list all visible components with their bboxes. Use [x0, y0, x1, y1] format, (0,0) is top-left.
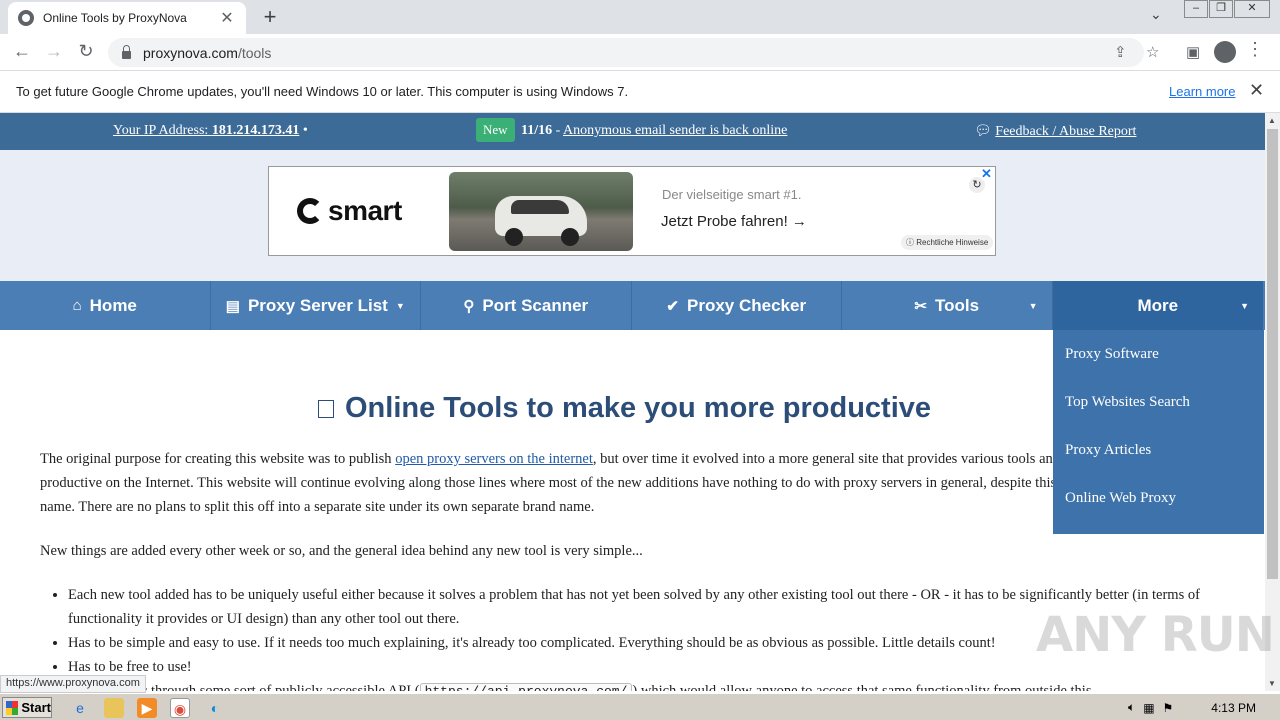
nav-port-scanner[interactable]: ⚲ Port Scanner	[421, 281, 632, 330]
open-proxy-link[interactable]: open proxy servers on the internet	[395, 451, 593, 467]
globe-icon	[18, 10, 34, 26]
list-icon: ▤	[225, 297, 240, 315]
main-nav: ⌂ Home ▤ Proxy Server List ▼ ⚲ Port Scanner …	[0, 281, 1265, 330]
clock: 4:13 PM	[1211, 700, 1256, 715]
check-icon: ✔	[666, 297, 679, 315]
caret-down-icon: ▼	[395, 300, 405, 311]
url-domain: proxynova.com	[143, 44, 238, 61]
close-tab-icon[interactable]: ✕	[218, 8, 236, 28]
new-tab-button[interactable]: +	[258, 4, 282, 30]
restore-icon[interactable]: ❐	[1209, 0, 1233, 18]
status-bubble-url: https://www.proxynova.com	[0, 675, 146, 693]
back-arrow-icon[interactable]: ←	[10, 41, 34, 62]
ad-close-icon[interactable]: ✕	[981, 166, 992, 182]
ad-line1: Der vielseitige smart #1.	[662, 187, 802, 202]
share-icon[interactable]: ⇪	[1114, 43, 1127, 61]
volume-icon[interactable]: 🔈︎	[1128, 700, 1135, 715]
ip-address: Your IP Address: 181.214.173.41 •	[113, 123, 308, 138]
anyrun-watermark: ANY RUN	[1036, 607, 1275, 663]
flag-icon[interactable]: ⚑	[1163, 701, 1174, 715]
scroll-up-icon[interactable]: ▲	[1268, 116, 1276, 125]
intro-paragraph: The original purpose for creating this w…	[40, 451, 1228, 515]
car-image	[449, 172, 633, 251]
ad-legal-link[interactable]: ⓘ Rechtliche Hinweise	[901, 235, 994, 250]
close-window-icon[interactable]: ✕	[1234, 0, 1270, 18]
ad-cta[interactable]: Jetzt Probe fahren! →	[661, 213, 807, 230]
tab-title: Online Tools by ProxyNova	[43, 11, 187, 25]
reload-icon[interactable]: ↻	[74, 41, 98, 62]
scroll-down-icon[interactable]: ▼	[1268, 679, 1276, 688]
menu-item-proxy-articles[interactable]: Proxy Articles	[1053, 426, 1264, 474]
tools-icon: ✂	[914, 297, 927, 315]
address-bar[interactable]: proxynova.com/tools ⇪ ☆	[108, 38, 1159, 67]
media-player-icon[interactable]: ▶	[137, 698, 157, 718]
news-item: 11/16 - Anonymous email sender is back o…	[521, 123, 788, 138]
forward-arrow-icon[interactable]: →	[42, 41, 66, 62]
feedback-link[interactable]: Feedback / Abuse Report	[995, 124, 1136, 139]
windows-logo-icon	[6, 700, 19, 715]
advertisement-banner[interactable]: smart Der vielseitige smart #1. Jetzt Pr…	[268, 166, 996, 256]
web-page: Your IP Address: 181.214.173.41 • New 11…	[0, 113, 1265, 691]
api-url-code: https://api.proxynova.com/	[419, 683, 633, 691]
menu-item-top-websites-search[interactable]: Top Websites Search	[1053, 378, 1264, 426]
url-path: /tools	[237, 44, 272, 61]
update-infobar: To get future Google Chrome updates, you…	[0, 71, 1280, 113]
minimize-icon[interactable]: –	[1184, 0, 1208, 18]
caret-down-icon: ▼	[1028, 300, 1038, 311]
principles-intro: New things are added every other week or…	[40, 543, 643, 559]
scrollbar-thumb[interactable]	[1267, 129, 1278, 579]
page-title: Online Tools to make you more productive	[318, 388, 931, 428]
menu-item-proxy-software[interactable]: Proxy Software	[1053, 330, 1264, 378]
nav-tools[interactable]: ✂ Tools ▼	[842, 281, 1053, 330]
new-badge: New	[476, 118, 515, 142]
folder-icon[interactable]	[104, 698, 124, 718]
menu-kebab-icon[interactable]: ⋮	[1246, 39, 1264, 60]
nav-home[interactable]: ⌂ Home	[0, 281, 211, 330]
chrome-icon[interactable]: ◉	[170, 698, 190, 718]
tools-box-icon	[318, 400, 334, 418]
ip-link[interactable]: Your IP Address: 181.214.173.41	[113, 123, 299, 138]
bookmark-star-icon[interactable]: ☆	[1146, 43, 1159, 61]
feedback: 💬︎ Feedback / Abuse Report	[974, 123, 1136, 140]
nav-more[interactable]: More ▼	[1052, 281, 1263, 330]
smart-logo: smart	[297, 195, 402, 227]
tab-search-chevron-icon[interactable]: ⌄	[1150, 6, 1162, 23]
search-icon: ⚲	[463, 297, 475, 315]
ie-icon[interactable]: e	[70, 698, 90, 718]
infobar-message: To get future Google Chrome updates, you…	[16, 84, 629, 99]
menu-item-online-web-proxy[interactable]: Online Web Proxy	[1053, 474, 1264, 522]
lock-icon	[122, 44, 131, 59]
browser-toolbar: ← → ↻ proxynova.com/tools ⇪ ☆ ▣ ⋮	[0, 34, 1280, 71]
list-item: ...en to public through some sort of pub…	[68, 679, 1230, 691]
start-button[interactable]: Start	[2, 697, 52, 718]
network-icon[interactable]: ▦	[1143, 701, 1154, 715]
tab-strip: Online Tools by ProxyNova ✕ + ⌄ – ❐ ✕	[0, 0, 1280, 34]
nav-proxy-checker[interactable]: ✔ Proxy Checker	[632, 281, 842, 330]
side-panel-icon[interactable]: ▣	[1186, 43, 1200, 61]
browser-tab[interactable]: Online Tools by ProxyNova ✕	[8, 2, 246, 34]
windows-taskbar: Start e ▶ ◉ ◐ 🔈︎ ▦ ⚑ 4:13 PM	[0, 693, 1280, 720]
news-link[interactable]: Anonymous email sender is back online	[563, 123, 787, 138]
speech-bubble-icon: 💬︎	[974, 124, 992, 139]
profile-avatar[interactable]	[1214, 41, 1236, 63]
home-icon: ⌂	[72, 297, 82, 314]
learn-more-link[interactable]: Learn more	[1169, 84, 1235, 99]
close-infobar-icon[interactable]: ✕	[1249, 80, 1264, 101]
top-strip: Your IP Address: 181.214.173.41 • New 11…	[0, 113, 1265, 150]
edge-icon[interactable]: ◐	[205, 698, 225, 718]
caret-down-icon: ▼	[1240, 300, 1249, 311]
system-tray: 🔈︎ ▦ ⚑ 4:13 PM	[1120, 696, 1280, 719]
more-dropdown-menu: Proxy Software Top Websites Search Proxy…	[1053, 330, 1264, 534]
nav-proxy-server-list[interactable]: ▤ Proxy Server List ▼	[211, 281, 421, 330]
page-scrollbar[interactable]: ▲ ▼	[1265, 113, 1280, 691]
ad-area: smart Der vielseitige smart #1. Jetzt Pr…	[0, 150, 1265, 281]
